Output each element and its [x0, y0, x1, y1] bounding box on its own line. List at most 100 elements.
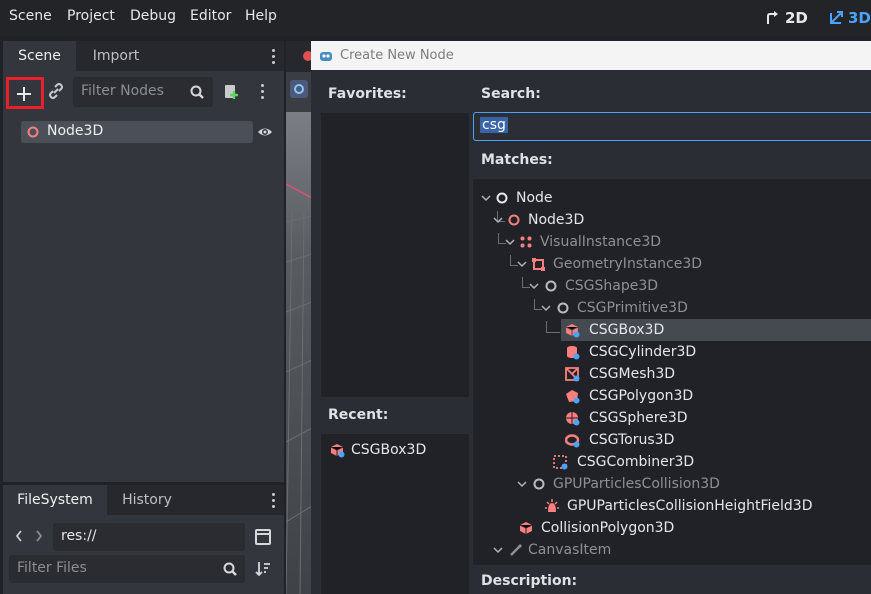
tab-scene[interactable]: Scene: [3, 41, 76, 71]
match-row-visualinstance3d[interactable]: VisualInstance3D: [473, 231, 871, 253]
match-row-gpuparticlescollisionheightfield3d[interactable]: GPUParticlesCollisionHeightField3D: [537, 495, 871, 517]
recent-list[interactable]: CSGBox3D: [321, 434, 469, 594]
menu-debug[interactable]: Debug: [130, 8, 176, 24]
3d-viewport[interactable]: [286, 72, 312, 594]
plus-icon: [17, 87, 31, 101]
instance-scene-icon[interactable]: [223, 84, 239, 100]
match-row-node[interactable]: Node: [473, 187, 871, 209]
scene-dock-menu-icon[interactable]: [272, 49, 275, 67]
visibility-eye-icon[interactable]: [257, 125, 273, 139]
chevron-down-icon[interactable]: [517, 261, 527, 269]
match-label: CSGShape3D: [565, 278, 659, 294]
match-row-csgpolygon3d[interactable]: CSGPolygon3D: [561, 385, 871, 407]
match-label: CanvasItem: [528, 542, 612, 558]
match-row-csgshape3d[interactable]: CSGShape3D: [473, 275, 871, 297]
csgcylinder3d-icon: [567, 346, 580, 360]
matches-label: Matches:: [481, 152, 553, 168]
scene-dock: Scene Import Filter Nodes Node3D: [3, 41, 284, 482]
menu-scene[interactable]: Scene: [9, 8, 52, 24]
menu-project[interactable]: Project: [67, 8, 115, 24]
match-label: VisualInstance3D: [540, 234, 662, 250]
csgprimitive3d-icon: [557, 302, 569, 314]
view-2d-label: 2D: [785, 9, 808, 27]
menu-editor[interactable]: Editor: [190, 8, 231, 24]
match-row-csgbox3d[interactable]: CSGBox3D: [561, 319, 871, 341]
csgsphere3d-icon: [566, 412, 580, 426]
match-label: CollisionPolygon3D: [541, 520, 675, 536]
description-label: Description:: [481, 573, 578, 589]
path-input[interactable]: res://: [53, 523, 245, 551]
chevron-down-icon[interactable]: [505, 239, 515, 247]
forward-arrow-icon[interactable]: [34, 529, 44, 543]
path-value: res://: [61, 528, 97, 544]
visualinstance3d-icon: [520, 236, 532, 248]
back-arrow-icon[interactable]: [14, 529, 24, 543]
chevron-down-icon[interactable]: [493, 217, 503, 225]
chevron-down-icon[interactable]: [529, 283, 539, 291]
node-icon: [496, 192, 508, 204]
recent-label: Recent:: [328, 407, 389, 423]
link-icon[interactable]: [48, 83, 64, 99]
select-mode-icon[interactable]: [290, 80, 308, 98]
gpuparticlescollisionheightfield3d-icon: [545, 499, 559, 512]
match-row-gpuparticlescollision3d[interactable]: GPUParticlesCollision3D: [473, 473, 871, 495]
favorites-list[interactable]: [321, 113, 469, 397]
dialog-titlebar: Create New Node: [311, 41, 871, 70]
match-label: CSGSphere3D: [589, 410, 688, 426]
recent-item[interactable]: CSGBox3D: [321, 439, 469, 461]
match-row-csgtorus3d[interactable]: CSGTorus3D: [561, 429, 871, 451]
tree-guide: [546, 332, 560, 333]
tab-import[interactable]: Import: [76, 41, 156, 71]
csgcombiner3d-icon: [553, 455, 568, 470]
match-row-collisionpolygon3d[interactable]: CollisionPolygon3D: [513, 517, 871, 539]
match-label: CSGBox3D: [589, 322, 665, 338]
menu-help[interactable]: Help: [245, 8, 277, 24]
chevron-down-icon[interactable]: [493, 547, 503, 555]
csgtorus3d-icon: [565, 434, 580, 448]
match-label: Node: [516, 190, 553, 206]
filter-nodes-input[interactable]: Filter Nodes: [73, 77, 213, 107]
node3d-icon: [508, 214, 520, 226]
search-input[interactable]: csg: [473, 112, 871, 141]
match-label: GeometryInstance3D: [553, 256, 703, 272]
csgshape3d-icon: [545, 280, 557, 292]
match-row-csgprimitive3d[interactable]: CSGPrimitive3D: [473, 297, 871, 319]
chevron-down-icon[interactable]: [541, 305, 551, 313]
viewport-grid-icon: [286, 112, 312, 594]
chevron-down-icon[interactable]: [481, 195, 491, 203]
match-row-node3d[interactable]: Node3D: [473, 209, 871, 231]
toggle-split-icon[interactable]: [255, 529, 271, 545]
scene-tree-row-node3d[interactable]: Node3D: [21, 121, 253, 143]
scene-tree-menu-icon[interactable]: [261, 84, 264, 102]
matches-tree[interactable]: Node Node3D VisualInstance3D GeometryIns…: [473, 179, 871, 565]
match-label: CSGMesh3D: [589, 366, 676, 382]
geometryinstance3d-icon: [532, 258, 545, 271]
tab-history[interactable]: History: [107, 485, 187, 515]
match-label: CSGCombiner3D: [577, 454, 695, 470]
tab-filesystem[interactable]: FileSystem: [3, 485, 107, 515]
match-row-canvasitem[interactable]: CanvasItem: [473, 539, 871, 561]
filter-files-input[interactable]: Filter Files: [9, 555, 245, 583]
sort-icon[interactable]: [255, 561, 271, 577]
filesystem-dock-menu-icon[interactable]: [272, 493, 275, 511]
collisionpolygon3d-icon: [519, 522, 533, 534]
match-row-csgsphere3d[interactable]: CSGSphere3D: [561, 407, 871, 429]
godot-logo-icon: [320, 52, 332, 61]
canvasitem-icon: [510, 543, 523, 556]
filter-files-placeholder: Filter Files: [17, 560, 87, 576]
match-row-geometryinstance3d[interactable]: GeometryInstance3D: [473, 253, 871, 275]
search-value: csg: [480, 117, 508, 133]
csgpolygon3d-icon: [566, 390, 580, 404]
favorites-label: Favorites:: [328, 86, 407, 102]
filter-nodes-placeholder: Filter Nodes: [81, 83, 164, 99]
recent-item-label: CSGBox3D: [351, 442, 427, 458]
3d-view-icon: [830, 11, 843, 24]
match-label: CSGPrimitive3D: [577, 300, 688, 316]
match-row-csgmesh3d[interactable]: CSGMesh3D: [561, 363, 871, 385]
chevron-down-icon[interactable]: [517, 481, 527, 489]
add-node-button[interactable]: [6, 77, 44, 109]
match-row-csgcylinder3d[interactable]: CSGCylinder3D: [561, 341, 871, 363]
match-row-csgcombiner3d[interactable]: CSGCombiner3D: [549, 451, 871, 473]
2d-view-icon: [767, 11, 778, 24]
scene-tree-label: Node3D: [47, 123, 104, 139]
